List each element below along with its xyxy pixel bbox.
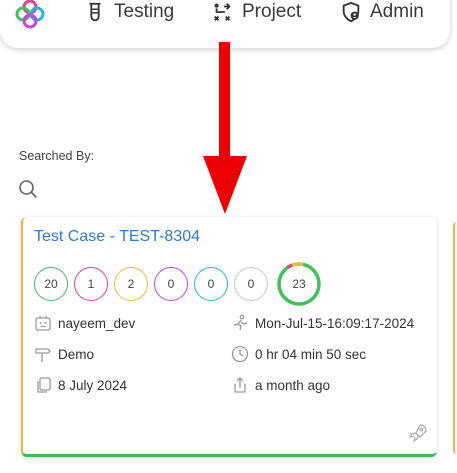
admin-shield-icon bbox=[342, 1, 360, 23]
created-date: 8 July 2024 bbox=[58, 377, 128, 393]
status-counts: 20 1 2 0 0 0 23 bbox=[34, 261, 322, 307]
nav-project-label: Project bbox=[242, 1, 302, 22]
nav-testing[interactable]: Testing bbox=[84, 0, 174, 24]
card-title-link[interactable]: Test Case - TEST-8304 bbox=[34, 228, 200, 246]
relative-time: a month ago bbox=[255, 377, 331, 393]
searched-by-label: Searched By: bbox=[19, 149, 95, 163]
skipped-count: 2 bbox=[114, 267, 148, 301]
robot-user-icon bbox=[35, 316, 51, 331]
failed-count: 1 bbox=[74, 267, 108, 301]
total-donut: 23 bbox=[276, 261, 322, 307]
untested-count: 0 bbox=[234, 267, 268, 301]
copy-icon bbox=[37, 377, 51, 393]
test-tube-icon bbox=[89, 2, 101, 22]
nav-testing-label: Testing bbox=[114, 1, 175, 22]
executed-at: Mon-Jul-15-16:09:17-2024 bbox=[255, 315, 415, 331]
signpost-icon bbox=[35, 348, 51, 362]
test-case-card[interactable]: Test Case - TEST-8304 20 1 2 0 0 0 23 na… bbox=[21, 217, 437, 457]
environment-row: Demo bbox=[34, 345, 94, 363]
in-progress-count: 0 bbox=[194, 267, 228, 301]
clock-icon bbox=[231, 345, 249, 363]
app-logo-icon[interactable] bbox=[14, 0, 46, 30]
search-icon[interactable] bbox=[18, 179, 38, 199]
author-name: nayeem_dev bbox=[58, 315, 136, 331]
duration-row: 0 hr 04 min 50 sec bbox=[231, 345, 366, 363]
upload-box-icon bbox=[234, 377, 246, 393]
annotation-arrow bbox=[203, 42, 247, 214]
environment-name: Demo bbox=[58, 346, 95, 362]
next-card-edge bbox=[453, 222, 457, 454]
total-count: 23 bbox=[292, 277, 306, 291]
duration: 0 hr 04 min 50 sec bbox=[255, 346, 367, 362]
nav-project[interactable]: Project bbox=[212, 0, 301, 24]
page: Testing Project Admin Searched By: Test … bbox=[0, 0, 457, 473]
relative-time-row: a month ago bbox=[231, 376, 330, 394]
runner-icon bbox=[233, 314, 248, 331]
project-flow-icon bbox=[214, 3, 231, 21]
nav-admin-label: Admin bbox=[370, 1, 424, 22]
blocked-count: 0 bbox=[154, 267, 188, 301]
executed-at-row: Mon-Jul-15-16:09:17-2024 bbox=[231, 314, 414, 332]
author-row: nayeem_dev bbox=[34, 314, 135, 332]
passed-count: 20 bbox=[34, 267, 68, 301]
rocket-icon[interactable] bbox=[407, 422, 429, 444]
nav-admin[interactable]: Admin bbox=[340, 0, 424, 24]
created-date-row: 8 July 2024 bbox=[34, 376, 127, 394]
